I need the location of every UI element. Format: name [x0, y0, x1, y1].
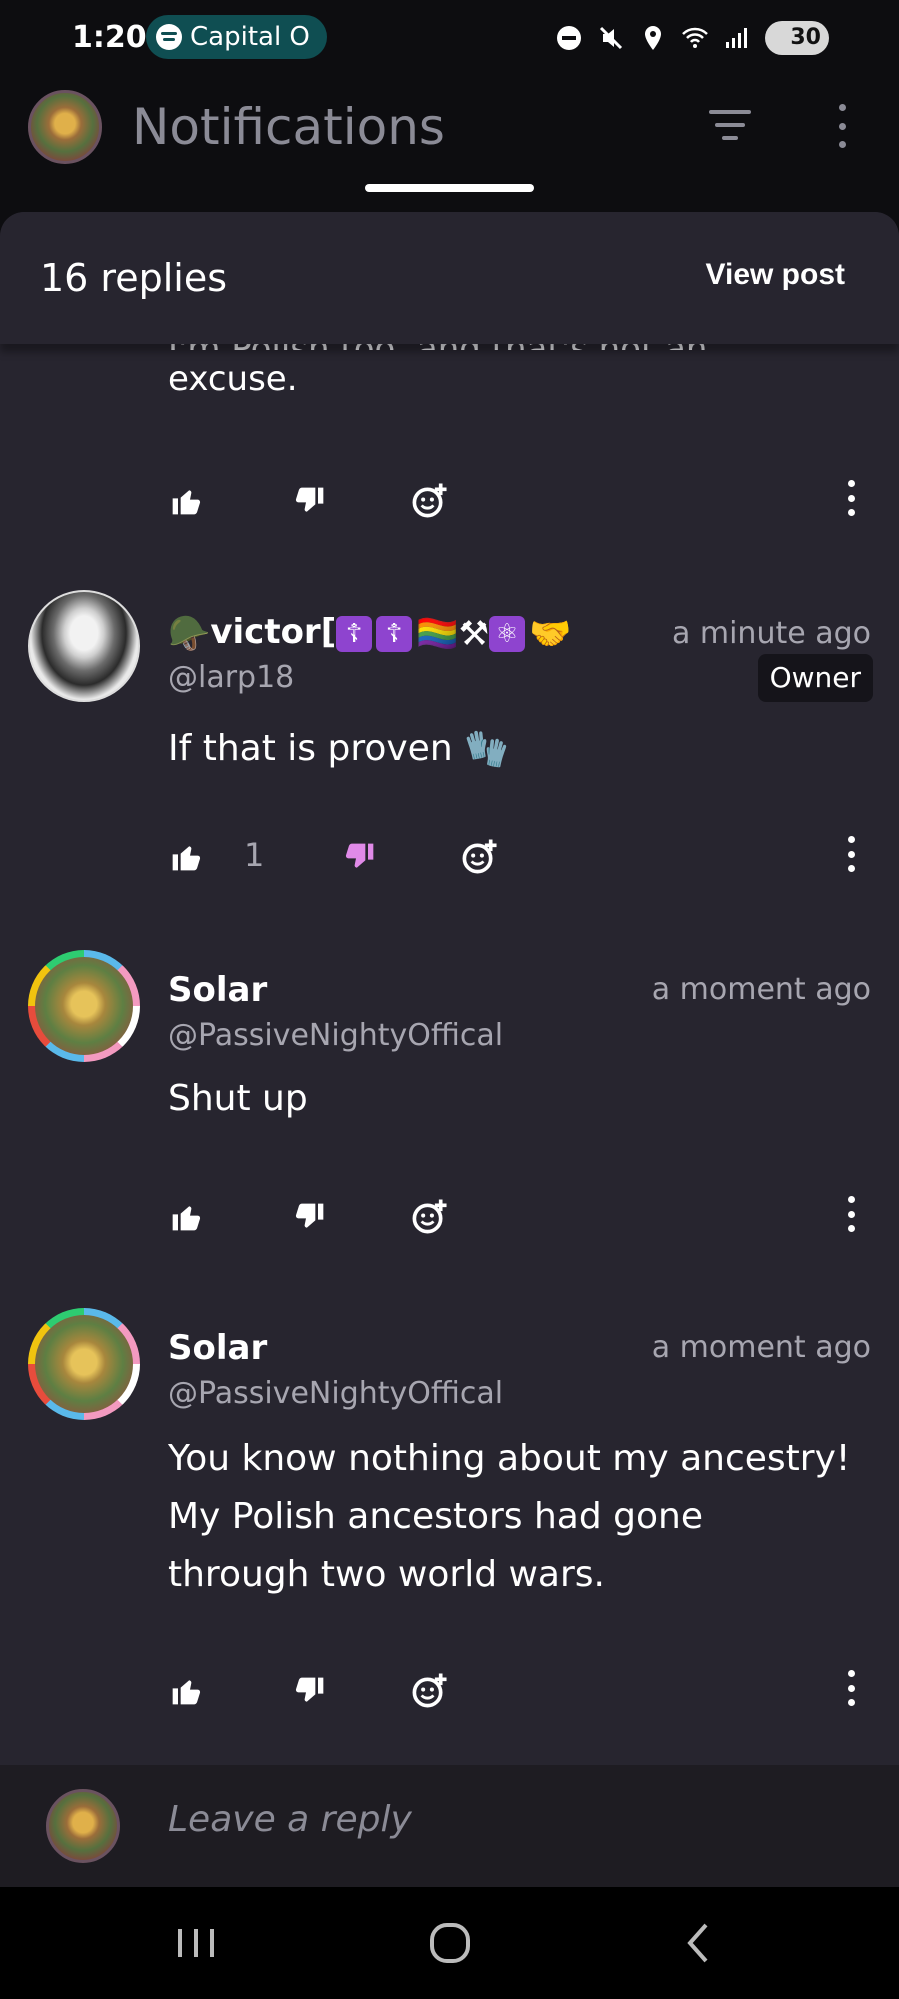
add-reaction-icon[interactable] [460, 832, 498, 882]
reply-user-avatar [46, 1789, 120, 1863]
add-reaction-icon[interactable] [410, 1192, 448, 1242]
add-reaction-icon[interactable] [410, 1666, 448, 1716]
media-pill[interactable]: Capital O [146, 15, 327, 59]
more-vertical-icon[interactable] [828, 104, 856, 148]
replies-count: 16 replies [40, 256, 228, 300]
page-title: Notifications [132, 98, 445, 156]
status-icons: 30 [555, 18, 829, 58]
recent-apps-icon[interactable] [166, 1915, 226, 1971]
filter-icon[interactable] [708, 108, 752, 144]
sheet-header: 16 replies View post [0, 212, 899, 344]
commenter-avatar[interactable] [28, 1308, 140, 1420]
gloves-emoji-icon: 🧤 [464, 729, 509, 770]
system-nav-bar [0, 1887, 899, 1999]
dnd-icon [557, 26, 581, 50]
wifi-icon [682, 27, 708, 48]
commenter-handle: @larp18 [168, 660, 295, 695]
helmet-emoji-icon: 🪖 [168, 613, 211, 654]
reply-bar: Leave a reply [0, 1765, 899, 1887]
like-count: 1 [244, 836, 265, 874]
comment-actions [0, 1666, 899, 1716]
status-bar: 1:20 Capital O 30 [0, 0, 899, 76]
commenter-handle: @PassiveNightyOffical [168, 1018, 504, 1053]
comment-actions [0, 1192, 899, 1242]
status-time: 1:20 [72, 20, 147, 55]
comment-time: a moment ago [651, 1330, 871, 1365]
comment-time: a moment ago [651, 972, 871, 1007]
dislike-icon[interactable] [294, 1192, 326, 1242]
commenter-name[interactable]: 🪖victor[☦ ☦ 🏳️‍🌈⚒ ⚛ 🤝 [168, 612, 571, 654]
reply-input[interactable]: Leave a reply [168, 1799, 412, 1840]
view-post-button[interactable]: View post [706, 258, 845, 292]
rainbow-flag-emoji-icon: 🏳️‍🌈 [416, 613, 459, 654]
comment-actions: 1 [0, 832, 899, 882]
app-header: Notifications [0, 76, 899, 186]
location-icon [645, 26, 661, 50]
commenter-handle: @PassiveNightyOffical [168, 1376, 504, 1411]
spotify-icon [156, 24, 182, 50]
signal-icon [726, 28, 747, 48]
back-icon[interactable] [668, 1915, 728, 1971]
like-icon[interactable] [170, 1666, 202, 1716]
add-reaction-icon[interactable] [410, 476, 448, 526]
commenter-avatar[interactable] [28, 950, 140, 1062]
comment-more-icon[interactable] [846, 1196, 856, 1232]
home-icon[interactable] [420, 1915, 480, 1971]
mute-icon [599, 26, 623, 50]
commenter-name[interactable]: Solar [168, 970, 267, 1010]
hammer-emoji-icon: ⚒ [458, 613, 490, 654]
comment-actions [0, 476, 899, 526]
commenter-avatar[interactable] [28, 590, 140, 702]
dislike-icon[interactable] [294, 476, 326, 526]
comment-more-icon[interactable] [846, 480, 856, 516]
user-avatar[interactable] [28, 90, 102, 164]
comment-more-icon[interactable] [846, 836, 856, 872]
comment-body: You know nothing about my ancestry! My P… [168, 1438, 851, 1595]
comment-more-icon[interactable] [846, 1670, 856, 1706]
like-icon[interactable] [170, 1192, 202, 1242]
partial-comment-last-line: excuse. [168, 359, 298, 399]
commenter-name[interactable]: Solar [168, 1328, 267, 1368]
replies-sheet: 16 replies View post I'm Polish too, and… [0, 212, 899, 1887]
like-icon[interactable] [170, 476, 202, 526]
media-pill-label: Capital O [190, 22, 310, 52]
dislike-icon[interactable] [294, 1666, 326, 1716]
orthodox-cross-emoji-icon: ☦ [376, 615, 413, 652]
owner-badge: Owner [757, 654, 873, 702]
like-icon[interactable] [170, 832, 202, 882]
comment-body: If that is proven 🧤 [168, 720, 879, 779]
comment-body: Shut up [168, 1078, 308, 1119]
comment-time: a minute ago [671, 616, 871, 651]
battery-icon: 30 [765, 21, 829, 55]
dislike-icon-active[interactable] [344, 832, 376, 882]
atom-emoji-icon: ⚛ [489, 615, 526, 652]
cross-emoji-icon: ☦ [336, 615, 373, 652]
sheet-drag-handle[interactable] [365, 184, 534, 192]
handshake-emoji-icon: 🤝 [529, 613, 572, 654]
